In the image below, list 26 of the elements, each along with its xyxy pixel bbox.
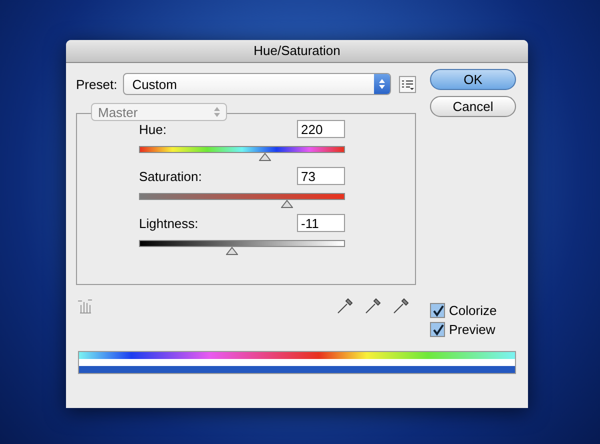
preset-label: Preset: (76, 76, 118, 92)
checkbox-label: Colorize (449, 303, 497, 318)
dialog-button[interactable]: OK (430, 69, 516, 90)
options-menu-icon[interactable] (399, 76, 416, 92)
slider-label: Lightness: (139, 216, 198, 230)
eyedropper-icon[interactable] (336, 297, 354, 315)
stepper-icon (214, 107, 220, 117)
window-title: Hue/Saturation (66, 40, 528, 63)
preset-dropdown[interactable]: Custom (123, 73, 391, 95)
value-field[interactable]: -11 (297, 214, 345, 232)
checkbox[interactable] (430, 303, 445, 318)
checkbox-label: Preview (449, 322, 496, 337)
dialog-button[interactable]: Cancel (430, 96, 516, 117)
eyedropper-icon[interactable] (392, 297, 410, 315)
stepper-icon (374, 74, 390, 94)
checkbox[interactable] (430, 322, 445, 337)
slider[interactable] (139, 240, 345, 255)
eyedropper-icon[interactable] (364, 297, 382, 315)
value-field[interactable]: 73 (297, 167, 345, 185)
checkmark-icon (432, 304, 444, 316)
checkmark-icon (432, 324, 444, 336)
slider[interactable] (139, 193, 345, 208)
slider-label: Saturation: (139, 168, 202, 184)
slider-label: Hue: (139, 122, 166, 136)
slider[interactable] (139, 146, 345, 161)
value-field[interactable]: 220 (297, 120, 345, 138)
